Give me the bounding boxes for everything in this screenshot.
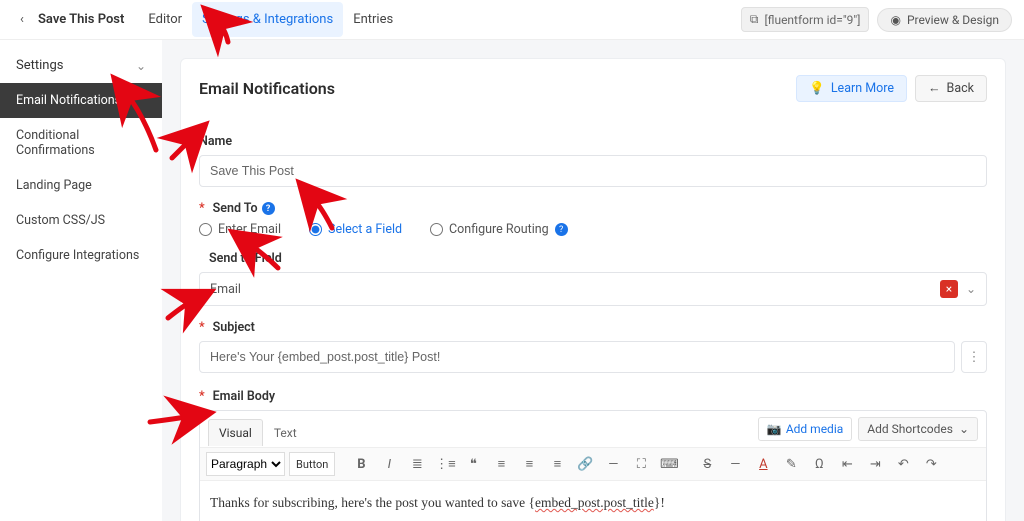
send-to-field-select[interactable]: Email × ⌄ (199, 272, 987, 306)
text-color-button[interactable]: A (751, 452, 775, 476)
link-button[interactable]: 🔗 (573, 452, 597, 476)
editor-top-tabs: Visual Text 📷 Add media Add Shortcodes ⌄ (200, 411, 986, 448)
name-input[interactable] (199, 155, 987, 187)
align-center-button[interactable]: ≡ (517, 452, 541, 476)
help-icon[interactable]: ? (555, 223, 568, 236)
block-format-select[interactable]: Paragraph (206, 452, 285, 476)
sidebar-section-settings[interactable]: Settings ⌄ (0, 48, 162, 83)
subject-shortcode-menu[interactable]: ⋮ (961, 341, 987, 373)
sidebar-item-custom-css-js[interactable]: Custom CSS/JS (0, 203, 162, 238)
bulb-icon: 💡 (809, 81, 825, 96)
back-icon: ← (928, 81, 941, 96)
copy-icon: ⧉ (750, 12, 759, 27)
sidebar-item-conditional-confirmations[interactable]: Conditional Confirmations (0, 118, 162, 168)
shortcode-badge[interactable]: ⧉ [fluentform id="9"] (741, 7, 870, 32)
hr-button[interactable]: — (723, 452, 747, 476)
send-to-field-value: Email (210, 282, 241, 297)
wysiwyg-editor: Visual Text 📷 Add media Add Shortcodes ⌄ (199, 410, 987, 521)
radio-select-field[interactable]: Select a Field (309, 222, 402, 237)
back-label: Back (947, 81, 974, 96)
learn-more-button[interactable]: 💡 Learn More (796, 75, 907, 102)
top-bar: ‹ Save This Post Editor Settings & Integ… (0, 0, 1024, 40)
radio-select-field-label: Select a Field (328, 222, 402, 237)
radio-configure-routing[interactable]: Configure Routing ? (430, 222, 568, 237)
italic-button[interactable]: I (377, 452, 401, 476)
chevron-down-icon: ⌄ (136, 59, 146, 73)
sendto-label-text: Send To (213, 201, 258, 216)
notification-card: Email Notifications 💡 Learn More ← Back … (180, 58, 1006, 521)
special-char-button[interactable]: Ω (807, 452, 831, 476)
card-title: Email Notifications (199, 79, 335, 98)
sidebar-item-landing-page[interactable]: Landing Page (0, 168, 162, 203)
radio-enter-email-label: Enter Email (218, 222, 281, 237)
body-token: embed_post.post_title (535, 495, 654, 510)
help-icon[interactable]: ? (262, 202, 275, 215)
editor-line-1: Thanks for subscribing, here's the post … (210, 495, 976, 511)
redo-button[interactable]: ↷ (919, 452, 943, 476)
learn-more-label: Learn More (831, 81, 894, 96)
shortcode-text: [fluentform id="9"] (764, 13, 860, 27)
add-media-label: Add media (786, 422, 843, 436)
subject-label: Subject (199, 320, 987, 335)
name-label: Name (199, 134, 987, 149)
bold-button[interactable]: B (349, 452, 373, 476)
sidebar-item-email-notifications[interactable]: Email Notifications (0, 83, 162, 118)
email-body-label: Email Body (199, 389, 987, 404)
tab-entries[interactable]: Entries (343, 2, 403, 37)
toolbar-toggle-button[interactable]: ⌨ (657, 452, 681, 476)
radio-configure-routing-input[interactable] (430, 223, 443, 236)
blockquote-button[interactable]: ❝ (461, 452, 485, 476)
add-shortcodes-button[interactable]: Add Shortcodes ⌄ (858, 417, 978, 441)
chevron-down-icon: ⌄ (959, 422, 969, 436)
radio-configure-routing-label: Configure Routing (449, 222, 549, 237)
body-text: }! (654, 495, 665, 510)
radio-enter-email[interactable]: Enter Email (199, 222, 281, 237)
sidebar: Settings ⌄ Email Notifications Condition… (0, 40, 162, 521)
numbered-list-button[interactable]: ⋮≡ (433, 452, 457, 476)
send-to-field-label: Send to Field (209, 251, 987, 266)
align-left-button[interactable]: ≡ (489, 452, 513, 476)
editor-body[interactable]: Thanks for subscribing, here's the post … (200, 481, 986, 521)
main: Settings ⌄ Email Notifications Condition… (0, 40, 1024, 521)
tab-settings-integrations[interactable]: Settings & Integrations (192, 2, 343, 37)
sidebar-section-label: Settings (16, 58, 63, 73)
add-media-button[interactable]: 📷 Add media (758, 417, 852, 441)
add-shortcodes-label: Add Shortcodes (867, 422, 953, 436)
read-more-button[interactable]: — (601, 452, 625, 476)
subject-input[interactable] (199, 341, 955, 373)
bullet-list-button[interactable]: ≣ (405, 452, 429, 476)
post-title: Save This Post (38, 12, 124, 27)
insert-button-button[interactable]: Button (289, 452, 335, 476)
fullscreen-button[interactable]: ⛶ (629, 452, 653, 476)
clear-field-icon[interactable]: × (940, 280, 958, 298)
card-header: Email Notifications 💡 Learn More ← Back (181, 59, 1005, 112)
dropdown-caret-icon: ⌄ (966, 282, 976, 296)
back-arrow[interactable]: ‹ (12, 12, 32, 27)
editor-tab-visual[interactable]: Visual (208, 419, 263, 446)
outdent-button[interactable]: ⇤ (835, 452, 859, 476)
indent-button[interactable]: ⇥ (863, 452, 887, 476)
sendto-radios: Enter Email Select a Field Configure Rou… (199, 222, 987, 237)
back-button[interactable]: ← Back (915, 75, 987, 102)
editor-tab-text[interactable]: Text (263, 419, 308, 446)
eye-icon: ◉ (890, 13, 900, 27)
body-text: Thanks for subscribing, here's the post … (210, 495, 535, 510)
tab-editor[interactable]: Editor (138, 2, 192, 37)
strikethrough-button[interactable]: S (695, 452, 719, 476)
camera-icon: 📷 (767, 422, 782, 436)
preview-design-button[interactable]: ◉ Preview & Design (877, 8, 1012, 32)
radio-enter-email-input[interactable] (199, 223, 212, 236)
undo-button[interactable]: ↶ (891, 452, 915, 476)
editor-toolbar: Paragraph Button B I ≣ ⋮≡ ❝ ≡ ≡ ≡ 🔗 — (200, 448, 986, 481)
radio-select-field-input[interactable] (309, 223, 322, 236)
form-area: Name Send To ? Enter Email Select a Fiel… (181, 112, 1005, 521)
content-area: Email Notifications 💡 Learn More ← Back … (162, 40, 1024, 521)
preview-label: Preview & Design (907, 13, 999, 27)
clear-formatting-button[interactable]: ✎ (779, 452, 803, 476)
sidebar-item-configure-integrations[interactable]: Configure Integrations (0, 238, 162, 273)
sendto-label: Send To ? (199, 201, 987, 216)
align-right-button[interactable]: ≡ (545, 452, 569, 476)
